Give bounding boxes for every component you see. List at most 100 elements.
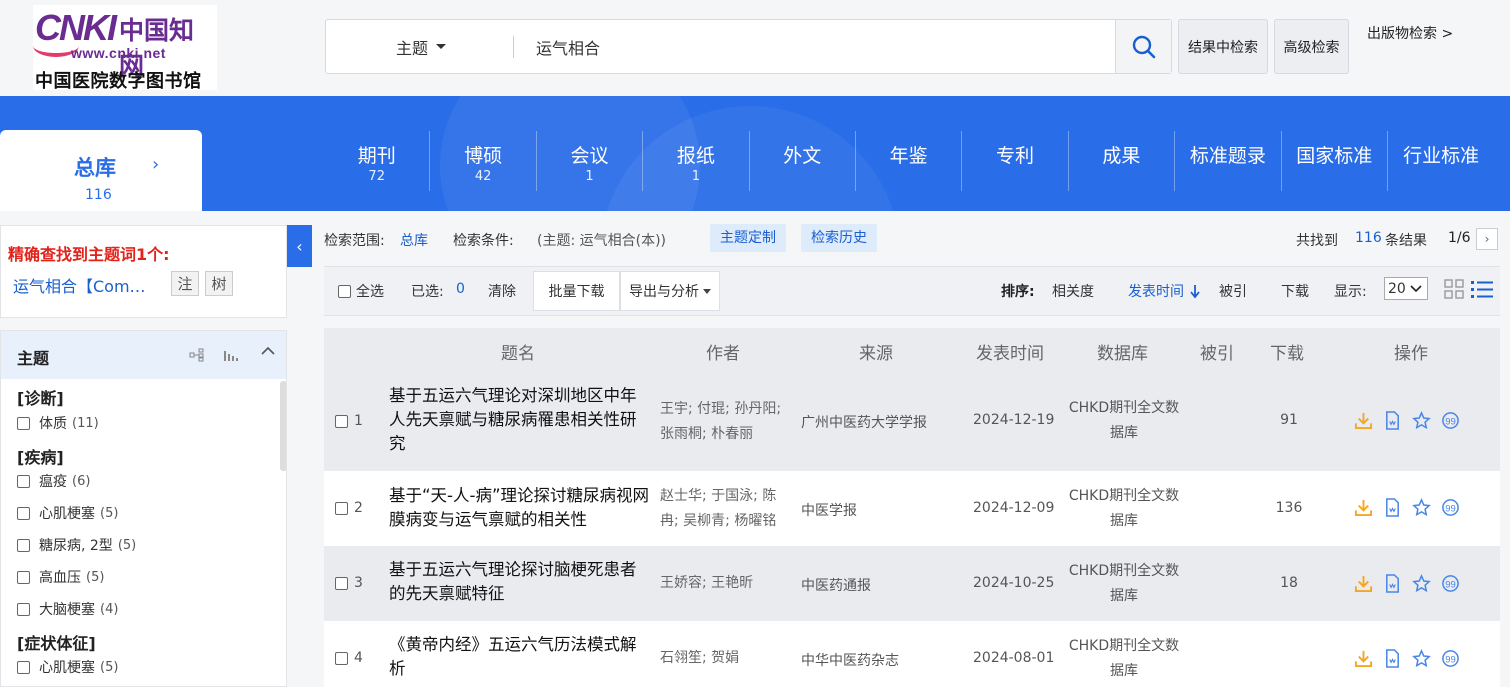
- tab-industry-standard[interactable]: 行业标准: [1388, 131, 1494, 191]
- quote-icon[interactable]: 99: [1441, 649, 1460, 668]
- batch-download-button[interactable]: 批量下载: [533, 271, 620, 311]
- result-authors[interactable]: 王宇; 付琨; 孙丹阳; 张雨桐; 朴春丽: [660, 397, 792, 447]
- download-icon[interactable]: [1354, 411, 1373, 430]
- quote-icon[interactable]: 99: [1441, 411, 1460, 430]
- sort-cited[interactable]: 被引: [1219, 281, 1247, 301]
- checkbox[interactable]: [335, 414, 348, 428]
- html-read-icon[interactable]: [1383, 649, 1402, 668]
- result-title-link[interactable]: 基于五运六气理论对深圳地区中年人先天禀赋与糖尿病罹患相关性研究: [389, 384, 651, 456]
- result-title-link[interactable]: 《黄帝内经》五运六气历法模式解析: [389, 633, 651, 681]
- publication-search-link[interactable]: 出版物检索 >: [1367, 23, 1453, 43]
- checkbox[interactable]: [17, 474, 30, 488]
- result-source[interactable]: 广州中医药大学学报: [801, 412, 927, 432]
- col-actions: 操作: [1394, 344, 1428, 364]
- star-icon[interactable]: [1412, 498, 1431, 517]
- checkbox[interactable]: [335, 651, 348, 665]
- note-button[interactable]: 注: [171, 271, 199, 296]
- download-icon[interactable]: [1354, 498, 1373, 517]
- scope-value[interactable]: 总库: [400, 230, 428, 250]
- checkbox[interactable]: [335, 501, 348, 515]
- tab-journal[interactable]: 期刊 72: [324, 131, 431, 191]
- quote-icon[interactable]: 99: [1441, 574, 1460, 593]
- checkbox[interactable]: [17, 660, 30, 674]
- row-select[interactable]: 2: [335, 500, 363, 516]
- facet-item[interactable]: 高血压 (5): [17, 567, 104, 587]
- checkbox[interactable]: [17, 570, 30, 584]
- row-select[interactable]: 4: [335, 650, 363, 666]
- checkbox[interactable]: [17, 416, 30, 430]
- result-authors[interactable]: 王娇容; 王艳昕: [660, 571, 792, 596]
- bar-chart-icon[interactable]: [223, 348, 239, 366]
- quote-icon[interactable]: 99: [1441, 498, 1460, 517]
- found-label: 共找到: [1296, 233, 1338, 249]
- download-icon[interactable]: [1354, 574, 1373, 593]
- result-database: CHKD期刊全文数据库: [1068, 400, 1180, 441]
- tab-standard-catalog[interactable]: 标准题录: [1175, 131, 1282, 191]
- tab-zongku[interactable]: 总库 › 116: [0, 130, 202, 211]
- html-read-icon[interactable]: [1383, 574, 1402, 593]
- result-source[interactable]: 中医学报: [801, 500, 857, 520]
- chevron-up-icon[interactable]: [260, 343, 276, 363]
- select-all-checkbox[interactable]: 全选: [338, 281, 384, 301]
- tab-national-standard[interactable]: 国家标准: [1282, 131, 1388, 191]
- star-icon[interactable]: [1412, 649, 1431, 668]
- grid-view-icon[interactable]: [1444, 279, 1464, 303]
- next-page-button[interactable]: ›: [1476, 228, 1498, 250]
- search-button[interactable]: [1115, 20, 1171, 73]
- result-title-link[interactable]: 基于五运六气理论探讨脑梗死患者的先天禀赋特征: [389, 558, 651, 606]
- checkbox[interactable]: [17, 506, 30, 520]
- facet-item[interactable]: 瘟疫 (6): [17, 471, 90, 491]
- facet-item[interactable]: 大脑梗塞 (4): [17, 599, 118, 619]
- html-read-icon[interactable]: [1383, 411, 1402, 430]
- topic-custom-button[interactable]: 主题定制: [710, 224, 786, 252]
- row-select[interactable]: 3: [335, 575, 363, 591]
- checkbox[interactable]: [335, 576, 348, 590]
- cnki-logo[interactable]: CNKI 中国知网 www.cnki.net 中国医院数字图书馆: [33, 5, 217, 92]
- facet-item[interactable]: 心肌梗塞 (5): [17, 503, 118, 523]
- sort-relevance[interactable]: 相关度: [1052, 281, 1094, 301]
- star-icon[interactable]: [1412, 411, 1431, 430]
- page-size-select[interactable]: 20: [1384, 277, 1428, 300]
- tab-yearbook[interactable]: 年鉴: [856, 131, 963, 191]
- result-authors[interactable]: 赵士华; 于国泳; 陈冉; 吴柳青; 杨曜铭: [660, 484, 792, 534]
- facet-item[interactable]: 糖尿病, 2型 (5): [17, 535, 136, 555]
- result-source[interactable]: 中华中医药杂志: [801, 650, 899, 670]
- facet-item[interactable]: 心肌梗塞 (5): [17, 657, 118, 677]
- sort-download[interactable]: 下载: [1281, 281, 1309, 301]
- checkbox[interactable]: [338, 284, 351, 298]
- advanced-search-button[interactable]: 高级检索: [1274, 19, 1349, 74]
- download-icon[interactable]: [1354, 649, 1373, 668]
- tab-foreign[interactable]: 外文: [750, 131, 856, 191]
- search-history-button[interactable]: 检索历史: [801, 224, 877, 252]
- search-type-dropdown[interactable]: 主题: [326, 20, 516, 73]
- row-select[interactable]: 1: [335, 413, 363, 429]
- result-source[interactable]: 中医药通报: [801, 575, 871, 595]
- tab-newspaper[interactable]: 报纸 1: [643, 131, 750, 191]
- tab-label: 国家标准: [1296, 145, 1373, 167]
- result-authors[interactable]: 石翎笙; 贺娟: [660, 646, 792, 671]
- facet-scrollbar[interactable]: [280, 381, 286, 471]
- star-icon[interactable]: [1412, 574, 1431, 593]
- exact-match-term-link[interactable]: 运气相合【Com…: [13, 273, 146, 297]
- facet-header[interactable]: 主题: [1, 331, 286, 379]
- sort-date[interactable]: 发表时间: [1128, 281, 1201, 301]
- tab-thesis[interactable]: 博硕 42: [430, 131, 537, 191]
- search-input[interactable]: [536, 34, 1096, 60]
- html-read-icon[interactable]: [1383, 498, 1402, 517]
- export-analysis-button[interactable]: 导出与分析: [620, 271, 720, 311]
- checkbox[interactable]: [17, 602, 30, 616]
- tab-count: 1: [691, 169, 700, 184]
- result-title-link[interactable]: 基于“天-人-病”理论探讨糖尿病视网膜病变与运气禀赋的相关性: [389, 484, 651, 532]
- checkbox[interactable]: [17, 538, 30, 552]
- clear-button[interactable]: 清除: [488, 281, 516, 301]
- tree-button[interactable]: 树: [205, 271, 233, 296]
- tab-label: 年鉴: [889, 145, 928, 167]
- collapse-sidebar-button[interactable]: ‹: [287, 225, 312, 267]
- hierarchy-icon[interactable]: [189, 348, 205, 366]
- tab-patent[interactable]: 专利: [962, 131, 1069, 191]
- search-in-results-button[interactable]: 结果中检索: [1178, 19, 1268, 74]
- facet-item[interactable]: 体质 (11): [17, 413, 99, 433]
- list-view-icon[interactable]: [1471, 279, 1493, 303]
- tab-conference[interactable]: 会议 1: [537, 131, 644, 191]
- tab-achievement[interactable]: 成果: [1069, 131, 1176, 191]
